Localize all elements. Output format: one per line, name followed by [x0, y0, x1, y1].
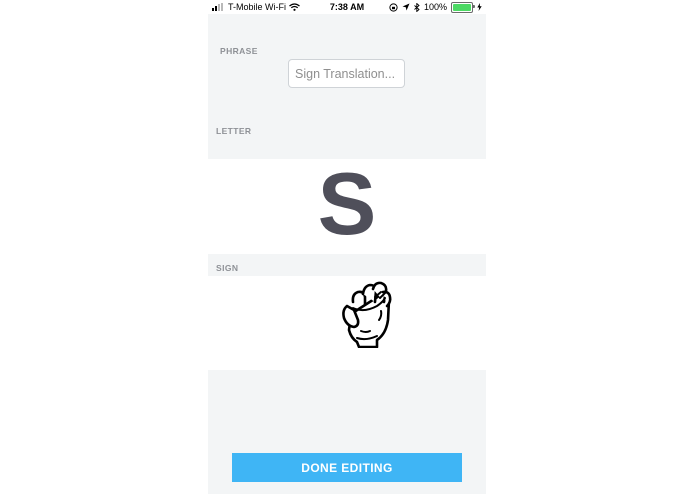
location-icon — [402, 3, 410, 11]
status-right: 100% — [389, 0, 482, 14]
done-editing-button[interactable]: DONE EDITING — [232, 453, 462, 482]
letter-label: LETTER — [216, 126, 252, 136]
sign-translation-input[interactable] — [288, 59, 405, 88]
phrase-label: PHRASE — [220, 46, 258, 56]
sign-label: SIGN — [216, 263, 239, 273]
battery-icon — [451, 1, 475, 13]
current-letter: S — [317, 154, 377, 253]
status-bar: T-Mobile Wi-Fi 7:38 AM 100% — [208, 0, 486, 14]
charging-bolt-icon — [477, 3, 482, 11]
app-screen: T-Mobile Wi-Fi 7:38 AM 100% PHRASE Sign … — [208, 0, 486, 494]
bluetooth-icon — [414, 2, 420, 12]
battery-fill — [453, 3, 471, 11]
lock-rotation-icon — [389, 2, 398, 12]
battery-percent: 100% — [423, 2, 447, 12]
fist-sign-s-icon — [342, 281, 392, 348]
